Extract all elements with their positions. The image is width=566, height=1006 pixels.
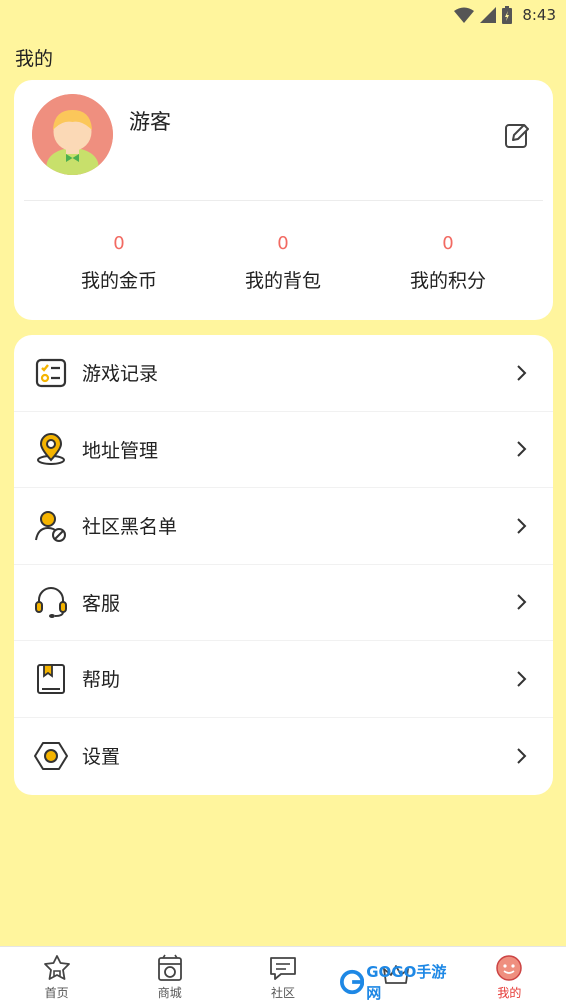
stat-points[interactable]: 0 我的积分 — [368, 230, 528, 293]
location-pin-icon — [37, 433, 65, 466]
nav-label: 我的 — [497, 986, 522, 1000]
divider — [24, 200, 543, 201]
nav-home[interactable]: 首页 — [0, 947, 113, 1006]
chat-icon — [270, 957, 296, 980]
page-title: 我的 — [15, 48, 54, 70]
status-bar: 8:43 — [0, 0, 566, 30]
chevron-right-icon — [517, 671, 527, 687]
stat-backpack-value: 0 — [277, 233, 289, 254]
wifi-icon — [454, 7, 475, 23]
menu-label: 设置 — [82, 746, 121, 769]
edit-icon — [505, 124, 529, 148]
stat-coins[interactable]: 0 我的金币 — [39, 230, 199, 293]
menu-item-blacklist[interactable]: 社区黑名单 — [14, 488, 553, 565]
menu-item-help[interactable]: 帮助 — [14, 641, 553, 718]
shop-icon — [157, 954, 182, 981]
signal-icon — [480, 7, 497, 23]
nav-shop[interactable]: 商城 — [113, 947, 226, 1006]
help-book-icon — [37, 663, 65, 694]
menu-item-game-record[interactable]: 游戏记录 — [14, 335, 553, 412]
menu-label: 地址管理 — [82, 439, 159, 462]
headset-icon — [35, 587, 67, 619]
nav-label: 社区 — [271, 986, 296, 1000]
menu-card: 游戏记录 地址管理 社区黑名单 客服 帮助 设置 — [14, 335, 553, 795]
stat-coins-label: 我的金币 — [80, 270, 157, 292]
user-block-icon — [35, 510, 66, 542]
game-record-icon — [35, 358, 67, 387]
avatar-icon — [32, 94, 113, 175]
chevron-right-icon — [517, 748, 527, 764]
chevron-right-icon — [517, 365, 527, 381]
profile-face-icon — [496, 955, 523, 981]
menu-item-settings[interactable]: 设置 — [14, 718, 553, 795]
stat-backpack-label: 我的背包 — [244, 270, 321, 292]
home-icon — [43, 955, 70, 980]
menu-label: 客服 — [82, 592, 121, 615]
bottom-nav: 首页 商城 社区 我的 — [0, 946, 566, 1006]
menu-label: 社区黑名单 — [82, 516, 178, 539]
nav-label: 首页 — [44, 986, 69, 1000]
status-time: 8:43 — [522, 6, 556, 24]
menu-item-address[interactable]: 地址管理 — [14, 412, 553, 488]
chevron-right-icon — [517, 594, 527, 610]
stat-points-value: 0 — [442, 233, 454, 254]
watermark: GOGO手游网 — [340, 963, 455, 1002]
menu-label: 游戏记录 — [82, 363, 159, 386]
nav-mine[interactable]: 我的 — [453, 947, 566, 1006]
battery-icon — [502, 6, 513, 24]
stat-backpack[interactable]: 0 我的背包 — [203, 230, 363, 293]
menu-item-customer-service[interactable]: 客服 — [14, 565, 553, 641]
edit-profile-button[interactable] — [503, 120, 531, 150]
chevron-right-icon — [517, 441, 527, 457]
settings-hexagon-icon — [34, 741, 68, 770]
stat-points-label: 我的积分 — [409, 270, 486, 292]
nav-community[interactable]: 社区 — [226, 947, 339, 1006]
avatar[interactable] — [32, 94, 113, 175]
watermark-text: GOGO手游网 — [366, 963, 447, 1002]
username: 游客 — [129, 110, 171, 134]
menu-label: 帮助 — [82, 669, 121, 692]
profile-card: 游客 0 我的金币 0 我的背包 0 我的积分 — [14, 80, 553, 320]
watermark-logo-icon — [340, 969, 365, 995]
stat-coins-value: 0 — [113, 233, 125, 254]
nav-label: 商城 — [157, 986, 182, 1000]
chevron-right-icon — [517, 518, 527, 534]
